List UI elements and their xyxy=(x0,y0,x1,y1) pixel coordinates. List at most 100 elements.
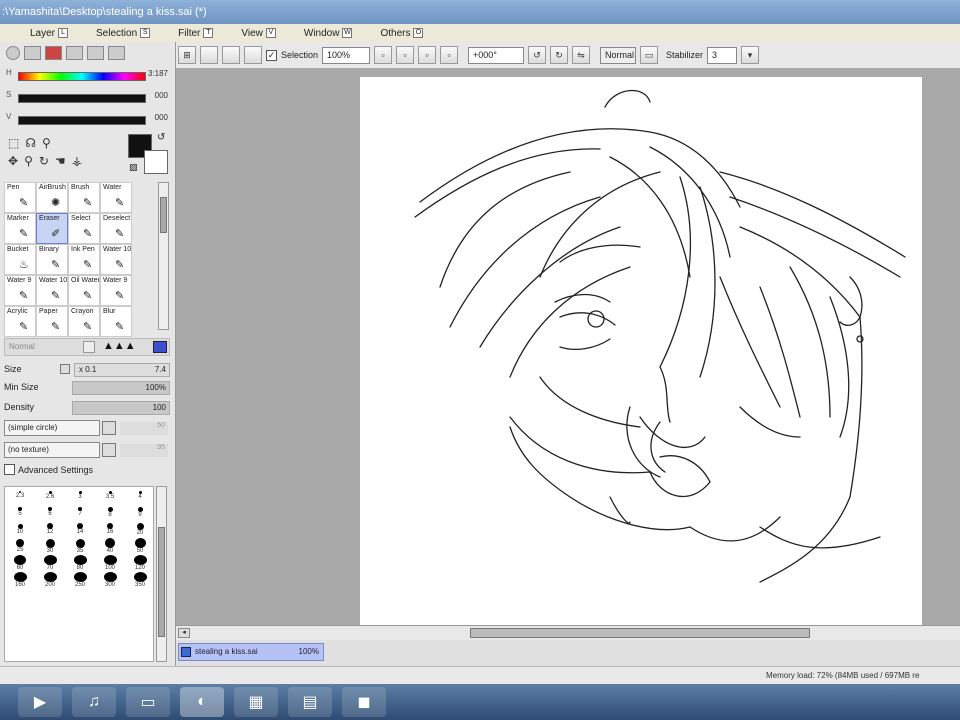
size-preset[interactable]: 4 xyxy=(125,487,153,504)
size-preset[interactable]: 35 xyxy=(65,538,95,555)
notes-icon[interactable]: ▤ xyxy=(288,687,332,717)
size-preset[interactable]: 3.5 xyxy=(95,487,125,504)
flip-icon[interactable]: ⇋ xyxy=(572,46,591,64)
size-preset[interactable]: 300 xyxy=(95,572,125,589)
menu-others[interactable]: Others O xyxy=(366,28,437,39)
size-presets-scroll-thumb[interactable] xyxy=(158,527,165,637)
tool-eraser[interactable]: Eraser ✐ xyxy=(36,213,68,244)
tool-water[interactable]: Water ✎ xyxy=(100,182,132,213)
size-preset[interactable]: 25 xyxy=(5,538,35,555)
brush-shape-select[interactable]: (simple circle) xyxy=(4,420,100,436)
zoom-out-icon[interactable]: ▫ xyxy=(374,46,393,64)
tool-airbrush[interactable]: AirBrush ✺ xyxy=(36,182,68,213)
tool-marker[interactable]: Marker ✎ xyxy=(4,213,36,244)
hue-slider[interactable] xyxy=(18,72,146,81)
blank-button[interactable] xyxy=(200,46,218,64)
size-preset[interactable]: 200 xyxy=(35,572,65,589)
magic-wand-icon[interactable]: ⚲ xyxy=(42,136,51,150)
drawing-canvas[interactable] xyxy=(360,77,922,625)
saturation-slider[interactable] xyxy=(18,94,146,103)
photo-viewer-icon[interactable]: ▦ xyxy=(234,687,278,717)
size-preset[interactable]: 8 xyxy=(95,504,125,521)
size-preset[interactable]: 70 xyxy=(35,555,65,572)
scroll-left-icon[interactable]: ◂ xyxy=(178,628,190,638)
size-preset[interactable]: 40 xyxy=(95,538,125,555)
value-slider[interactable] xyxy=(18,116,146,125)
size-preset[interactable]: 7 xyxy=(65,504,95,521)
rotate-left-icon[interactable]: ↺ xyxy=(528,46,547,64)
brush-shape-square-icon[interactable] xyxy=(153,341,167,353)
size-slider[interactable]: x 0.1 7.4 xyxy=(74,363,170,377)
rect-select-icon[interactable]: ⬚ xyxy=(8,136,19,150)
move-icon[interactable]: ✥ xyxy=(8,154,18,168)
brush-shape-settings-icon[interactable] xyxy=(102,421,116,435)
size-preset[interactable]: 100 xyxy=(95,555,125,572)
size-preset[interactable]: 10 xyxy=(5,521,35,538)
arrange-icon[interactable]: ⊞ xyxy=(178,46,196,64)
brush-texture-select[interactable]: (no texture) xyxy=(4,442,100,458)
stabilizer-select[interactable]: 3 xyxy=(707,46,738,64)
tool-grid-scrollbar[interactable] xyxy=(158,182,169,330)
menu-selection[interactable]: Selection S xyxy=(82,28,164,39)
color-mix-icon[interactable] xyxy=(66,46,83,60)
size-preset[interactable]: 16 xyxy=(95,521,125,538)
size-presets-scrollbar[interactable] xyxy=(156,486,167,662)
tool-blur[interactable]: Blur ✎ xyxy=(100,306,132,337)
hsv-slider-icon[interactable] xyxy=(45,46,62,60)
mode-dropdown-icon[interactable] xyxy=(83,341,95,353)
tool-ink-pen[interactable]: Ink Pen ✎ xyxy=(68,244,100,275)
brush-shape-icons[interactable]: ▲▲▲ xyxy=(103,340,136,352)
menu-view[interactable]: View V xyxy=(227,28,290,39)
rotate-icon[interactable]: ↻ xyxy=(39,154,49,168)
size-preset[interactable]: 350 xyxy=(125,572,153,589)
canvas-hscroll-thumb[interactable] xyxy=(470,628,810,638)
tool-brush[interactable]: Brush ✎ xyxy=(68,182,100,213)
eyedropper-icon[interactable]: ⚶ xyxy=(72,154,82,168)
camera-icon[interactable]: ◼ xyxy=(342,687,386,717)
brush-texture-settings-icon[interactable] xyxy=(102,443,116,457)
rgb-slider-icon[interactable] xyxy=(24,46,41,60)
hand-icon[interactable]: ☚ xyxy=(55,154,66,168)
tool-bucket[interactable]: Bucket ♨ xyxy=(4,244,36,275)
document-tab[interactable]: stealing a kiss.sai 100% xyxy=(178,643,324,661)
tool-deselect[interactable]: Deselect ✎ xyxy=(100,213,132,244)
undo-icon[interactable] xyxy=(222,46,240,64)
zoom-in-icon[interactable]: ▫ xyxy=(396,46,415,64)
min-size-slider[interactable]: 100% xyxy=(72,381,170,395)
size-preset[interactable]: 3 xyxy=(65,487,95,504)
size-preset[interactable]: 120 xyxy=(125,555,153,572)
size-preset[interactable]: 60 xyxy=(5,555,35,572)
size-preset[interactable]: 9 xyxy=(125,504,153,521)
tool-acrylic[interactable]: Acrylic ✎ xyxy=(4,306,36,337)
size-preset[interactable]: 250 xyxy=(65,572,95,589)
brush-shape-strength[interactable]: 50 xyxy=(120,422,168,435)
rotate-right-icon[interactable]: ↻ xyxy=(550,46,569,64)
advanced-settings-checkbox[interactable] xyxy=(4,464,15,475)
size-lock-icon[interactable] xyxy=(60,364,70,374)
size-preset[interactable]: 80 xyxy=(65,555,95,572)
redo-icon[interactable] xyxy=(244,46,262,64)
lasso-icon[interactable]: ☊ xyxy=(25,136,36,150)
zoom-fit-icon[interactable]: ▫ xyxy=(418,46,437,64)
density-slider[interactable]: 100 xyxy=(72,401,170,415)
size-preset[interactable]: 2.3 xyxy=(5,487,35,504)
tool-binary[interactable]: Binary ✎ xyxy=(36,244,68,275)
color-wheel-icon[interactable] xyxy=(6,46,20,60)
secondary-color-swatch[interactable] xyxy=(144,150,168,174)
zoom-icon[interactable]: ⚲ xyxy=(24,154,33,168)
blend-mode-icon[interactable]: ▭ xyxy=(640,46,659,64)
size-preset[interactable]: 14 xyxy=(65,521,95,538)
tool-water-10[interactable]: Water 10 ✎ xyxy=(100,244,132,275)
itunes-icon[interactable]: ♫ xyxy=(72,687,116,717)
rotation-field[interactable]: +000° xyxy=(468,46,525,64)
menu-filter[interactable]: Filter T xyxy=(164,28,227,39)
paint-tool-sai-icon[interactable]: ◐ xyxy=(180,687,224,717)
size-preset[interactable]: 20 xyxy=(125,521,153,538)
menu-layer[interactable]: Layer L xyxy=(0,28,82,39)
size-preset[interactable]: 30 xyxy=(35,538,65,555)
tool-oil-water[interactable]: Oil Water ✎ xyxy=(68,275,100,306)
menu-window[interactable]: Window W xyxy=(290,28,367,39)
brush-blend-mode[interactable]: Normal xyxy=(9,342,35,351)
tool-select[interactable]: Select ✎ xyxy=(68,213,100,244)
canvas-workspace[interactable] xyxy=(176,69,960,625)
